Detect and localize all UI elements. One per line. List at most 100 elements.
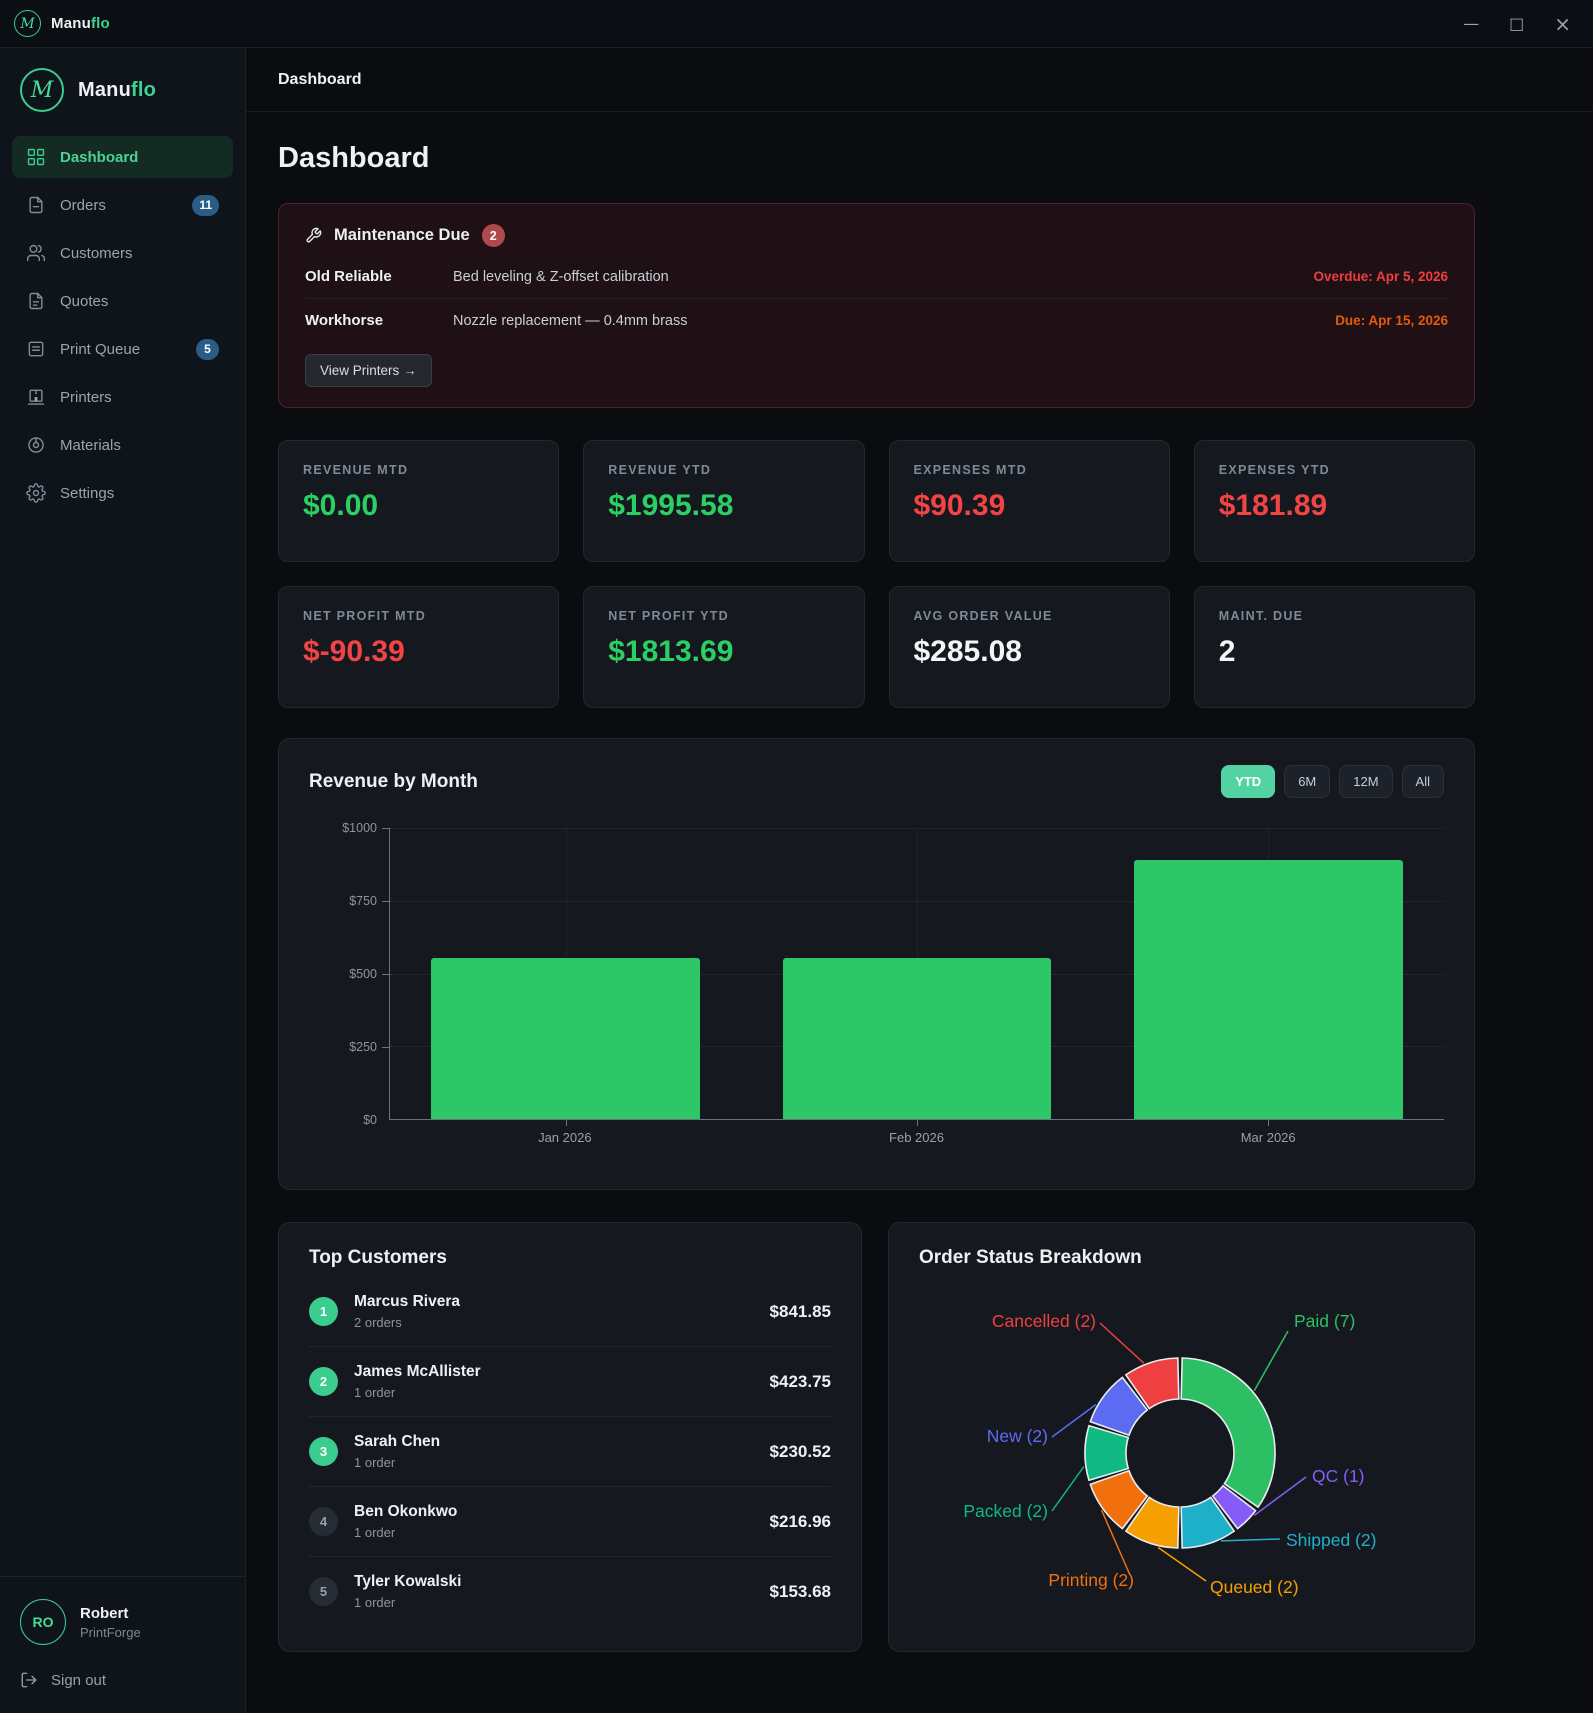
customer-amount: $423.75	[769, 1371, 831, 1391]
breadcrumb: Dashboard	[246, 48, 1593, 112]
sidebar-item-materials[interactable]: Materials	[12, 424, 233, 466]
maintenance-alert: Maintenance Due 2 Old Reliable Bed leveli…	[278, 203, 1475, 408]
revenue-chart-card: Revenue by Month YTD 6M 12M All $1000 $750 $5…	[278, 738, 1475, 1190]
customer-order-count: 1 order	[354, 1455, 396, 1470]
sign-out-button[interactable]: Sign out	[20, 1671, 106, 1689]
maintenance-row: Workhorse Nozzle replacement — 0.4mm bras…	[305, 298, 1448, 342]
customer-name: Sarah Chen	[354, 1433, 441, 1450]
app-logo: M Manuflo	[14, 10, 110, 37]
range-button-12m[interactable]: 12M	[1339, 765, 1393, 798]
kpi-grid: REVENUE MTD $0.00 REVENUE YTD $1995.58 EXPEN…	[278, 440, 1475, 708]
avatar: RO	[20, 1599, 66, 1645]
customer-name: James McAllister	[354, 1363, 481, 1380]
customer-order-count: 1 order	[354, 1595, 396, 1610]
sidebar-item-label: Materials	[60, 436, 121, 454]
customer-row: 2 James McAllister 1 order $423.75	[309, 1347, 831, 1417]
range-button-6m[interactable]: 6M	[1284, 765, 1331, 798]
y-tick	[382, 828, 389, 829]
view-printers-button[interactable]: View Printers →	[305, 354, 432, 387]
sidebar-item-label: Printers	[60, 388, 112, 406]
due-date: Overdue: Apr 5, 2026	[1313, 269, 1448, 284]
maintenance-title: Maintenance Due	[334, 226, 470, 244]
y-tick-label: $500	[349, 967, 377, 981]
app-title: Manuflo	[51, 15, 110, 32]
rank-badge: 2	[309, 1367, 338, 1396]
donut-label-paid: Paid (7)	[1294, 1311, 1355, 1331]
kpi-card: NET PROFIT YTD $1813.69	[583, 586, 865, 708]
maintenance-count-badge: 2	[481, 224, 505, 247]
y-tick-label: $1000	[342, 821, 377, 835]
user-company: PrintForge	[80, 1624, 141, 1640]
logout-icon	[21, 1672, 37, 1688]
top-customers-panel: Top Customers 1 Marcus Rivera 2 orders $841…	[278, 1222, 862, 1652]
sidebar-item-label: Quotes	[60, 292, 109, 310]
sidebar-item-printers[interactable]: Printers	[12, 376, 233, 418]
kpi-label: NET PROFIT YTD	[608, 609, 730, 623]
bar-column	[1093, 828, 1444, 1126]
minimize-icon[interactable]: —	[1463, 15, 1479, 32]
label-leader-line	[1099, 1322, 1145, 1364]
print-queue-icon	[28, 341, 44, 357]
customer-row: 3 Sarah Chen 1 order $230.52	[309, 1417, 831, 1487]
maintenance-rows: Old Reliable Bed leveling & Z-offset cali…	[305, 255, 1448, 342]
customer-info: Tyler Kowalski 1 order	[354, 1573, 754, 1610]
sidebar-item-quotes[interactable]: Quotes	[12, 280, 233, 322]
customer-row: 5 Tyler Kowalski 1 order $153.68	[309, 1557, 831, 1626]
close-icon[interactable]: ×	[1554, 14, 1571, 34]
sidebar-item-customers[interactable]: Customers	[12, 232, 233, 274]
customer-info: Sarah Chen 1 order	[354, 1433, 754, 1470]
label-leader-line	[1051, 1466, 1085, 1512]
label-leader-line	[1220, 1538, 1281, 1542]
range-button-all[interactable]: All	[1401, 765, 1444, 798]
customer-list: 1 Marcus Rivera 2 orders $841.85 2 James McAl…	[309, 1277, 831, 1626]
bar-column	[741, 828, 1092, 1126]
range-button-ytd[interactable]: YTD	[1221, 765, 1276, 798]
user-profile: RO Robert PrintForge	[20, 1599, 225, 1645]
customer-order-count: 2 orders	[354, 1315, 402, 1330]
x-tick-label: Mar 2026	[1240, 1130, 1296, 1145]
chart-title: Revenue by Month	[309, 770, 478, 792]
page-title: Dashboard	[278, 142, 430, 174]
kpi-value: $-90.39	[303, 635, 405, 668]
revenue-bar	[782, 958, 1052, 1119]
sidebar-item-orders[interactable]: Orders 11	[12, 184, 233, 226]
kpi-card: MAINT. DUE 2	[1193, 586, 1475, 708]
kpi-value: $0.00	[303, 489, 379, 522]
rank-badge: 3	[309, 1437, 338, 1466]
x-tick	[1268, 1120, 1270, 1126]
bar-chart: $1000 $750 $500 $250 $0	[309, 821, 1444, 1127]
maintenance-header: Maintenance Due 2	[305, 224, 1448, 247]
customer-name: Ben Okonkwo	[354, 1503, 458, 1520]
kpi-card: NET PROFIT MTD $-90.39	[278, 586, 560, 708]
count-badge: 5	[196, 338, 219, 360]
due-date: Due: Apr 15, 2026	[1335, 313, 1448, 328]
label-leader-line	[1253, 1330, 1289, 1391]
kpi-card: EXPENSES MTD $90.39	[888, 440, 1170, 562]
customer-info: Ben Okonkwo 1 order	[354, 1503, 754, 1540]
kpi-card: REVENUE MTD $0.00	[278, 440, 560, 562]
kpi-card: REVENUE YTD $1995.58	[583, 440, 865, 562]
sidebar-item-label: Customers	[60, 244, 133, 262]
order-status-panel: Order Status Breakdown Paid (7) QC (1) Shi…	[888, 1222, 1475, 1652]
maximize-icon[interactable]: □	[1509, 15, 1524, 32]
rank-badge: 4	[309, 1507, 338, 1536]
customer-order-count: 1 order	[354, 1525, 396, 1540]
kpi-label: MAINT. DUE	[1218, 609, 1304, 623]
order-status-donut: Paid (7) QC (1) Shipped (2) Queued (2) Print…	[963, 1311, 1376, 1597]
sidebar: M Manuflo Dashboard Orders 11 Customers Quot…	[0, 48, 246, 1713]
main-area: Dashboard Dashboard Maintenance Due 2 Ol…	[246, 48, 1593, 1713]
maintenance-row: Old Reliable Bed leveling & Z-offset cali…	[305, 255, 1448, 298]
x-tick-label: Jan 2026	[538, 1130, 592, 1145]
sidebar-item-dashboard[interactable]: Dashboard	[12, 136, 233, 178]
sidebar-item-settings[interactable]: Settings	[12, 472, 233, 514]
customer-order-count: 1 order	[354, 1385, 396, 1400]
sidebar-logo: M Manuflo	[0, 48, 245, 128]
x-tick	[565, 1120, 567, 1126]
sidebar-item-label: Orders	[60, 196, 106, 214]
sidebar-item-print-queue[interactable]: Print Queue 5	[12, 328, 233, 370]
donut-label-new: New (2)	[987, 1426, 1048, 1446]
logo-icon: M	[20, 68, 64, 112]
donut-label-qc: QC (1)	[1312, 1466, 1365, 1486]
user-name: Robert	[80, 1604, 129, 1622]
kpi-value: $285.08	[913, 635, 1022, 668]
